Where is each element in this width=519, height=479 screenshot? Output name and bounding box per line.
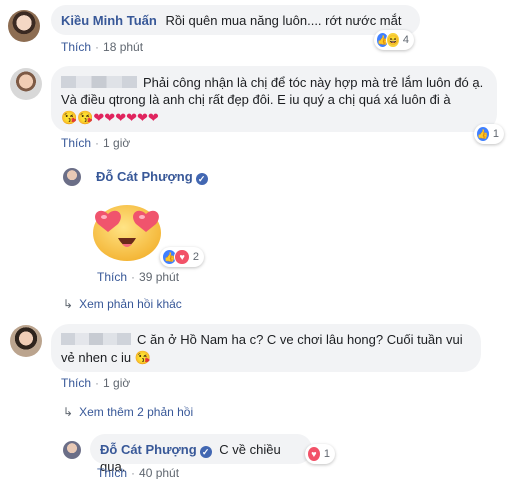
verified-badge-icon: ✓ [195,173,208,185]
comment-time[interactable]: 1 giờ [103,376,130,390]
view-more-replies-link[interactable]: ↳ Xem thêm 2 phản hồi [63,405,193,419]
separator-dot: · [131,270,136,284]
reply-time[interactable]: 40 phút [139,466,179,479]
kiss-emoji: 😘 [61,110,78,125]
avatar[interactable] [63,168,81,186]
reaction-count: 4 [402,34,409,46]
emoji-line: 😘😘❤❤❤❤❤❤ [61,109,487,126]
avatar[interactable] [63,441,81,459]
comment-bubble: Kiều Minh Tuấn Rồi quên mua năng luôn...… [51,5,420,35]
reaction-summary[interactable]: 👍 ♥ 2 [160,247,204,267]
like-link[interactable]: Thích [97,270,127,284]
haha-icon: 😆 [386,32,400,48]
like-icon: 👍 [476,126,490,142]
reply-author[interactable]: Đỗ Cát Phượng [100,442,197,457]
comment-actions: Thích · 18 phút [61,40,143,54]
verified-badge-icon: ✓ [199,446,212,458]
heart-emoji: ❤ [147,110,159,125]
reaction-summary[interactable]: 👍 1 [474,124,504,144]
avatar[interactable] [8,10,40,42]
redacted-author-name [61,333,131,345]
reaction-count: 1 [323,448,330,460]
love-icon: ♥ [307,446,321,462]
heart-emoji: ❤ [137,110,148,125]
reply-actions: Thích · 39 phút [97,270,179,284]
separator-dot: · [95,40,100,54]
comment-text: C ăn ở Hồ Nam ha c? C ve chơi lâu hong? … [137,332,463,347]
reply-author[interactable]: Đỗ Cát Phượng [96,169,193,184]
reply-arrow-icon: ↳ [63,405,74,419]
avatar[interactable] [10,68,42,100]
heart-eyes-sticker [90,200,164,262]
reaction-count: 2 [192,251,199,263]
comment-actions: Thích · 1 giờ [61,376,130,390]
comment-actions: Thích · 1 giờ [61,136,130,150]
reaction-summary[interactable]: ♥ 1 [305,444,335,464]
view-more-replies-label: Xem thêm 2 phản hồi [79,405,194,419]
like-link[interactable]: Thích [61,376,91,390]
comment-time[interactable]: 1 giờ [103,136,130,150]
comment-time[interactable]: 18 phút [103,40,143,54]
heart-emoji: ❤ [104,110,116,125]
kiss-emoji: 😘 [77,110,94,125]
reaction-summary[interactable]: 👍 😆 4 [374,30,414,50]
reaction-count: 1 [492,128,499,140]
love-icon: ♥ [174,249,190,265]
reply-bubble: Đỗ Cát Phượng ✓ C về chiều qua. [90,434,312,474]
avatar[interactable] [10,325,42,357]
separator-dot: · [95,136,100,150]
heart-emoji: ❤ [93,110,105,125]
separator-dot: · [95,376,100,390]
reply-actions: Thích · 40 phút [97,466,179,479]
reply-time[interactable]: 39 phút [139,270,179,284]
heart-emoji: ❤ [115,110,127,125]
comment-author[interactable]: Kiều Minh Tuấn [61,13,157,28]
comment-text: Rồi quên mua năng luôn.... rớt nước mắt [165,13,402,28]
heart-emoji: ❤ [126,110,137,125]
like-link[interactable]: Thích [97,466,127,479]
comment-bubble: Phải công nhận là chị để tóc này hợp mà … [51,66,497,132]
kiss-emoji: 😘 [134,350,151,365]
redacted-author-name [61,76,137,88]
view-more-replies-label: Xem phản hồi khác [79,297,182,311]
view-more-replies-link[interactable]: ↳ Xem phản hồi khác [63,297,182,311]
reply-author-line: Đỗ Cát Phượng ✓ [96,169,208,185]
reply-arrow-icon: ↳ [63,297,74,311]
heart-eyes-emoji-icon [93,205,161,261]
comment-bubble: C ăn ở Hồ Nam ha c? C ve chơi lâu hong? … [51,324,481,372]
like-link[interactable]: Thích [61,40,91,54]
separator-dot: · [131,466,136,479]
comment-text-line2: vẻ nhen c iu 😘 [61,349,471,366]
comment-text: vẻ nhen c iu [61,350,132,365]
like-link[interactable]: Thích [61,136,91,150]
